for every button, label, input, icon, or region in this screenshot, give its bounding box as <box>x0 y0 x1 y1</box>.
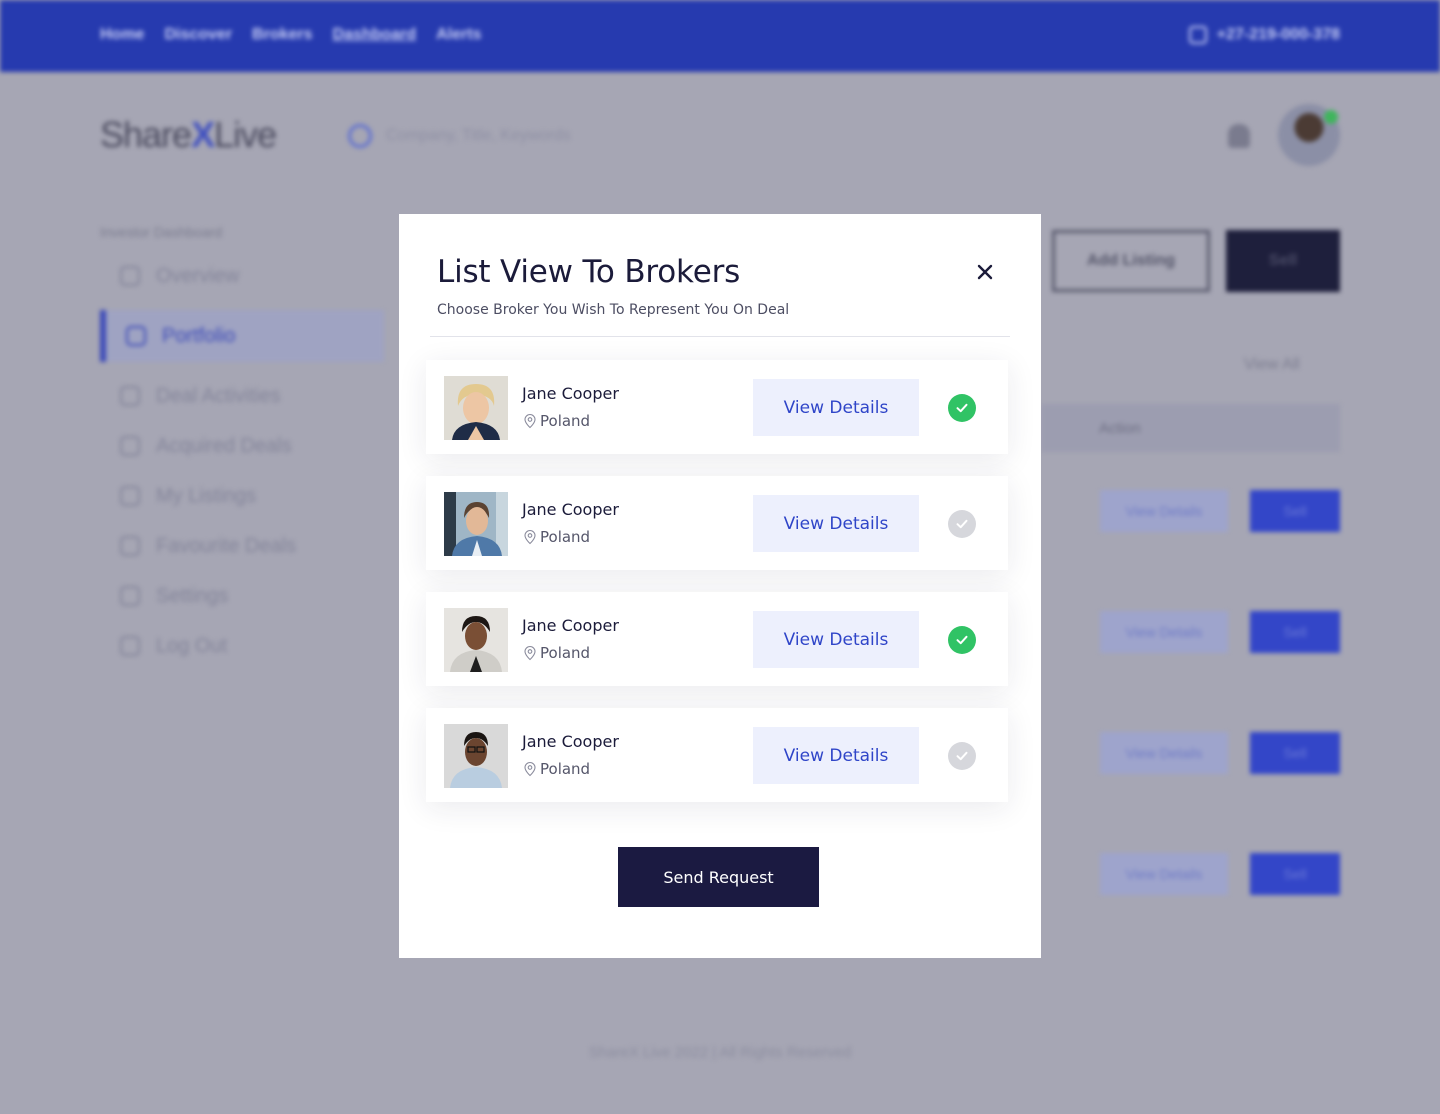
broker-card: Jane Cooper Poland View Details <box>426 476 1008 570</box>
nav-discover[interactable]: Discover <box>164 26 232 44</box>
gear-icon <box>120 586 140 606</box>
selected-check-icon[interactable] <box>948 626 976 654</box>
unselected-check-icon[interactable] <box>948 510 976 538</box>
broker-location: Poland <box>522 644 590 662</box>
online-status-dot <box>1324 110 1338 124</box>
sidebar-item-portfolio[interactable]: Portfolio <box>100 310 384 362</box>
view-details-button[interactable]: View Details <box>753 495 919 552</box>
activity-icon <box>120 386 140 406</box>
sidebar-item-settings[interactable]: Settings <box>100 570 384 622</box>
broker-location-text: Poland <box>540 760 591 778</box>
sidebar-item-my-listings[interactable]: My Listings <box>100 470 384 522</box>
phone-contact[interactable]: +27-219-000-378 <box>1188 26 1340 44</box>
sidebar-item-acquired-deals[interactable]: Acquired Deals <box>100 420 384 472</box>
location-pin-icon <box>524 413 536 429</box>
logout-icon <box>120 636 140 656</box>
row-view-details-button[interactable]: View Details <box>1100 611 1228 653</box>
briefcase-icon <box>120 436 140 456</box>
view-details-button[interactable]: View Details <box>753 611 919 668</box>
broker-card: Jane Cooper Poland View Details <box>426 592 1008 686</box>
sidebar-item-log-out[interactable]: Log Out <box>100 620 384 672</box>
unselected-check-icon[interactable] <box>948 742 976 770</box>
broker-name: Jane Cooper <box>522 500 619 519</box>
top-nav: Home Discover Brokers Dashboard Alerts <box>100 26 481 44</box>
sidebar-item-deal-activities[interactable]: Deal Activities <box>100 370 384 422</box>
row-sell-button[interactable]: Sell <box>1250 732 1340 774</box>
broker-card: Jane Cooper Poland View Details <box>426 360 1008 454</box>
broker-card: Jane Cooper Poland View Details <box>426 708 1008 802</box>
modal-subtitle: Choose Broker You Wish To Represent You … <box>437 302 790 318</box>
table-header-action: Action <box>1099 419 1141 437</box>
search-icon <box>348 124 372 148</box>
nav-home[interactable]: Home <box>100 26 144 44</box>
broker-photo <box>444 724 508 788</box>
view-details-button[interactable]: View Details <box>753 379 919 436</box>
row-sell-button[interactable]: Sell <box>1250 490 1340 532</box>
selected-check-icon[interactable] <box>948 394 976 422</box>
broker-location-text: Poland <box>540 412 591 430</box>
location-pin-icon <box>524 761 536 777</box>
broker-name: Jane Cooper <box>522 616 619 635</box>
search-placeholder: Company, Title, Keywords <box>386 127 571 144</box>
modal-divider <box>430 336 1010 337</box>
row-view-details-button[interactable]: View Details <box>1100 732 1228 774</box>
footer-text: ShareX Live 2022 | All Rights Reserved <box>588 1044 852 1061</box>
search-bar[interactable]: Company, Title, Keywords <box>330 110 750 162</box>
broker-location: Poland <box>522 760 590 778</box>
bell-icon[interactable] <box>1228 124 1250 148</box>
sell-button[interactable]: Sell <box>1226 230 1340 292</box>
nav-alerts[interactable]: Alerts <box>436 26 481 44</box>
nav-dashboard[interactable]: Dashboard <box>333 26 417 44</box>
table-header: Action <box>1041 404 1340 452</box>
broker-photo <box>444 376 508 440</box>
broker-photo <box>444 492 508 556</box>
brand-logo[interactable]: ShareXLive <box>100 114 277 156</box>
phone-number: +27-219-000-378 <box>1216 26 1340 43</box>
pie-chart-icon <box>126 326 146 346</box>
broker-name: Jane Cooper <box>522 732 619 751</box>
broker-location-text: Poland <box>540 644 591 662</box>
row-view-details-button[interactable]: View Details <box>1100 490 1228 532</box>
grid-icon <box>120 266 140 286</box>
broker-location: Poland <box>522 412 590 430</box>
sidebar-item-favourite-deals[interactable]: Favourite Deals <box>100 520 384 572</box>
location-pin-icon <box>524 529 536 545</box>
send-request-button[interactable]: Send Request <box>618 847 819 907</box>
nav-brokers[interactable]: Brokers <box>252 26 312 44</box>
phone-icon <box>1188 26 1207 44</box>
broker-select-modal: List View To Brokers Choose Broker You W… <box>399 214 1041 958</box>
top-nav-bar: Home Discover Brokers Dashboard Alerts +… <box>0 0 1440 72</box>
sidebar-item-overview[interactable]: Overview <box>100 250 384 302</box>
broker-location-text: Poland <box>540 528 591 546</box>
list-icon <box>120 486 140 506</box>
location-pin-icon <box>524 645 536 661</box>
modal-title: List View To Brokers <box>437 254 741 290</box>
broker-location: Poland <box>522 528 590 546</box>
row-sell-button[interactable]: Sell <box>1250 611 1340 653</box>
close-icon[interactable] <box>973 260 997 284</box>
sidebar-section-label: Investor Dashboard <box>100 224 223 240</box>
row-sell-button[interactable]: Sell <box>1250 853 1340 895</box>
heart-icon <box>120 536 140 556</box>
broker-name: Jane Cooper <box>522 384 619 403</box>
broker-photo <box>444 608 508 672</box>
view-details-button[interactable]: View Details <box>753 727 919 784</box>
row-view-details-button[interactable]: View Details <box>1100 853 1228 895</box>
view-all-dropdown[interactable]: View All <box>1244 356 1300 374</box>
add-listing-button[interactable]: Add Listing <box>1052 230 1210 292</box>
